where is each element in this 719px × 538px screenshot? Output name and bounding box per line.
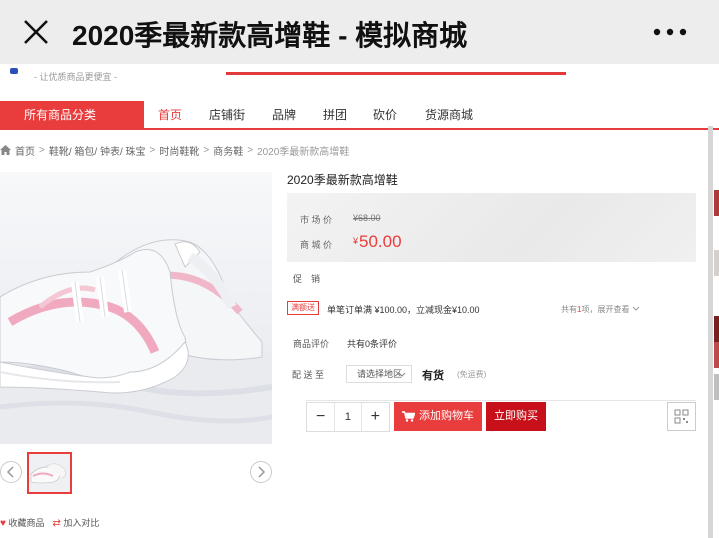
page-title: 2020季最新款高增鞋 - 模拟商城 [72, 20, 468, 51]
more-icon[interactable] [653, 28, 687, 36]
side-thumbnail[interactable] [714, 316, 719, 342]
shop-price: 50.00 [359, 232, 402, 251]
breadcrumb-separator: > [203, 144, 210, 156]
market-price: ¥68.00 [353, 213, 381, 223]
store-header: - 让优质商品更便宜 - [0, 64, 719, 88]
sneaker-illustration [0, 172, 272, 444]
compare-button[interactable]: ⇄ 加入对比 [52, 516, 99, 529]
close-icon[interactable] [22, 18, 50, 46]
gallery-thumbnail[interactable] [27, 452, 72, 494]
shop-price-label: 商 城 价 [300, 240, 333, 250]
freight-note: (免运费) [457, 370, 487, 379]
logo[interactable] [10, 68, 18, 74]
main-nav: 所有商品分类 首页 店铺街 品牌 拼团 砍价 货源商城 [0, 101, 719, 130]
favorite-label: 收藏商品 [8, 518, 45, 528]
nav-item-brands[interactable]: 品牌 [272, 101, 296, 130]
nav-item-group-buy[interactable]: 拼团 [323, 101, 347, 130]
search-bar-edge [226, 72, 566, 75]
breadcrumb-separator: > [149, 144, 156, 156]
nav-item-bargain[interactable]: 砍价 [373, 101, 397, 130]
chevron-down-icon [398, 372, 406, 377]
price-panel: 市 场 价 ¥68.00 商 城 价 ¥ 50.00 [287, 193, 696, 262]
stock-status: 有货 [422, 370, 444, 382]
breadcrumb-subcategory[interactable]: 时尚鞋靴 [159, 143, 199, 158]
gallery-next-button[interactable] [250, 461, 272, 483]
heart-icon: ♥ [0, 518, 6, 529]
side-thumbnail[interactable] [714, 250, 719, 276]
slogan: - 让优质商品更便宜 - [34, 72, 117, 82]
all-categories-button[interactable]: 所有商品分类 [0, 101, 144, 130]
region-select-value: 请选择地区 [357, 369, 403, 379]
qr-code-icon [674, 409, 689, 424]
side-thumbnail[interactable] [714, 190, 719, 216]
gallery-prev-button[interactable] [0, 461, 22, 483]
breadcrumb-type[interactable]: 商务鞋 [213, 143, 243, 158]
quantity-input[interactable]: 1 [334, 403, 362, 431]
product-main-image[interactable] [0, 172, 272, 444]
breadcrumb-separator: > [247, 144, 254, 156]
chevron-left-icon [6, 466, 14, 478]
cart-icon [402, 411, 415, 422]
gallery-actions: ♥ 收藏商品 ⇄ 加入对比 [0, 516, 99, 529]
product-name: 2020季最新款高增鞋 [287, 173, 398, 187]
chevron-down-icon [632, 306, 640, 311]
nav-item-home[interactable]: 首页 [158, 101, 182, 130]
webview-titlebar: 2020季最新款高增鞋 - 模拟商城 [0, 0, 719, 64]
market-price-label: 市 场 价 [300, 215, 333, 225]
currency-symbol: ¥ [353, 236, 359, 246]
chevron-right-icon [258, 466, 266, 478]
compare-label: 加入对比 [63, 518, 100, 528]
breadcrumb: 首页 > 鞋靴/ 箱包/ 钟表/ 珠宝 > 时尚鞋靴 > 商务鞋 > 2020季… [0, 143, 350, 158]
qr-code-button[interactable] [667, 402, 696, 431]
increase-button[interactable]: + [362, 403, 389, 431]
review-count[interactable]: 共有0条评价 [347, 337, 397, 350]
decrease-button[interactable]: − [307, 403, 334, 431]
promotion-label: 促 销 [293, 274, 321, 284]
scrollbar[interactable] [708, 126, 713, 538]
promotion-badge: 满额送 [287, 301, 319, 315]
breadcrumb-home[interactable]: 首页 [15, 143, 35, 158]
side-thumbnail[interactable] [714, 374, 719, 400]
review-label: 商品评价 [293, 339, 330, 349]
add-to-cart-button[interactable]: 添加购物车 [394, 402, 482, 431]
nav-item-shops[interactable]: 店铺街 [209, 101, 245, 130]
promotion-expand-link[interactable]: 共有1项，展开查看 [561, 304, 640, 315]
home-icon [0, 145, 11, 155]
promotion-text: 单笔订单满 ¥100.00，立减现金¥10.00 [327, 305, 480, 315]
breadcrumb-category[interactable]: 鞋靴/ 箱包/ 钟表/ 珠宝 [49, 143, 146, 158]
promo-more-prefix: 共有 [561, 305, 577, 314]
side-thumbnail[interactable] [714, 342, 719, 368]
thumbnail-image [29, 454, 70, 492]
region-select[interactable]: 请选择地区 [346, 365, 412, 383]
breadcrumb-separator: > [39, 144, 45, 156]
quantity-stepper: − 1 + [306, 402, 390, 432]
compare-icon: ⇄ [52, 518, 61, 529]
buy-now-button[interactable]: 立即购买 [486, 402, 546, 431]
add-to-cart-label: 添加购物车 [419, 410, 474, 422]
breadcrumb-current: 2020季最新款高增鞋 [257, 146, 350, 158]
promo-more-suffix: 项，展开查看 [581, 305, 630, 314]
nav-divider [0, 128, 719, 130]
buy-divider [306, 400, 696, 401]
nav-item-supply-mall[interactable]: 货源商城 [425, 101, 473, 130]
favorite-button[interactable]: ♥ 收藏商品 [0, 516, 44, 529]
shipping-label: 配 送 至 [292, 370, 325, 380]
app: 2020季最新款高增鞋 - 模拟商城 - 让优质商品更便宜 - 所有商品分类 首… [0, 0, 719, 538]
